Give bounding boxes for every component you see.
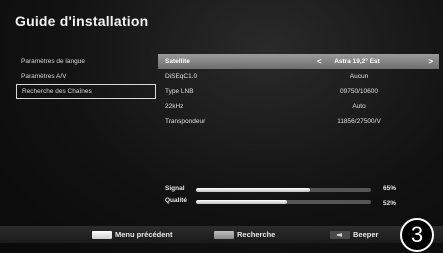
signal-percent: 65% (383, 185, 397, 192)
quality-label: Qualité (165, 197, 188, 204)
quality-bar (196, 200, 371, 204)
setting-value: Aucun (349, 73, 369, 80)
prev-menu-hint[interactable]: Menu précédent (92, 229, 173, 240)
setting-label: DiSEqC1.0 (165, 73, 198, 80)
arrow-right-icon[interactable]: > (428, 54, 433, 69)
setting-row-22khz[interactable]: 22kHz Auto (158, 99, 439, 114)
signal-bar (196, 188, 371, 192)
prev-menu-label: Menu précédent (115, 230, 173, 239)
menu-item-language-settings[interactable]: Paramètres de langue (16, 54, 156, 69)
signal-label: Signal (165, 185, 185, 192)
quality-bar-fill (196, 200, 287, 204)
setting-value: Auto (352, 103, 366, 110)
white-key-icon (92, 231, 112, 240)
beeper-hint[interactable]: Beeper (330, 229, 378, 240)
settings-panel: Satellite < Astra 19,2° Est > DiSEqC1.0 … (158, 54, 439, 129)
signal-bar-fill (196, 188, 310, 192)
setting-row-lnb-type[interactable]: Type LNB 09750/10600 (158, 84, 439, 99)
menu-item-av-settings[interactable]: Paramètres A/V (16, 69, 156, 84)
speaker-icon (330, 231, 350, 240)
search-hint[interactable]: Recherche (214, 229, 275, 240)
beeper-label: Beeper (353, 230, 379, 239)
quality-meter: Qualité 52% (165, 197, 425, 207)
setting-row-satellite[interactable]: Satellite < Astra 19,2° Est > (158, 54, 439, 69)
setting-label: 22kHz (165, 103, 184, 110)
search-label: Recherche (237, 230, 276, 239)
setting-value: 09750/10600 (340, 88, 378, 95)
step-number-badge: 3 (400, 218, 434, 252)
menu-item-channel-search[interactable]: Recherche des Chaînes (16, 84, 156, 99)
setting-label: Satellite (165, 58, 190, 65)
grey-key-icon (214, 231, 234, 240)
setting-row-transponder[interactable]: Transpondeur 11856/27500/V (158, 114, 439, 129)
sidebar-menu: Paramètres de langue Paramètres A/V Rech… (16, 54, 156, 99)
setting-value: 11856/27500/V (337, 118, 381, 125)
setting-label: Type LNB (165, 88, 194, 95)
setting-value: Astra 19,2° Est (334, 58, 380, 65)
setting-row-diseqc[interactable]: DiSEqC1.0 Aucun (158, 69, 439, 84)
bottom-hint-bar: Menu précédent Recherche Beeper (0, 226, 443, 243)
signal-meter: Signal 65% (165, 185, 425, 195)
setting-label: Transpondeur (165, 118, 206, 125)
quality-percent: 52% (383, 200, 397, 207)
page-title: Guide d'installation (15, 13, 149, 29)
installation-guide-screen: Guide d'installation Paramètres de langu… (0, 0, 443, 253)
